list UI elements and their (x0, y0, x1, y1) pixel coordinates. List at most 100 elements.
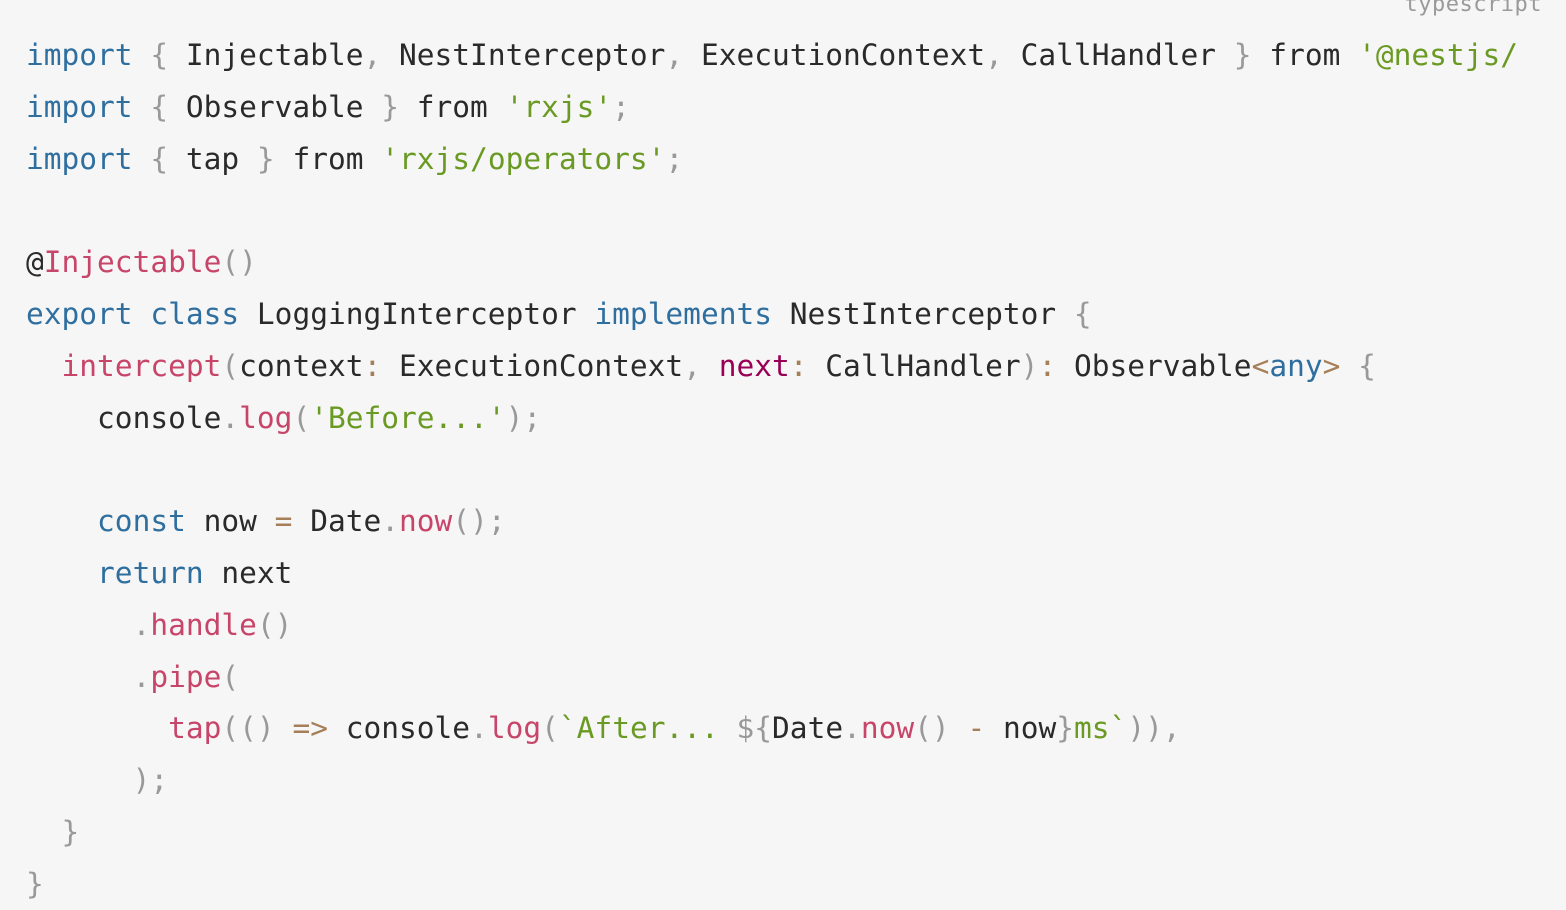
code-line: console.log('Before...'); (26, 393, 1518, 445)
code-token: ; (665, 141, 684, 176)
code-token: ( (541, 711, 559, 746)
code-line: } (26, 807, 1518, 859)
code-token: ( (221, 348, 240, 383)
code-token: - (967, 711, 986, 746)
code-token: . (381, 504, 400, 539)
code-token: now (985, 711, 1057, 746)
code-token: CallHandler (1002, 38, 1234, 72)
code-token: () (221, 245, 257, 280)
code-token: Date (772, 711, 844, 746)
code-block: typescript import { Injectable, NestInte… (0, 0, 1566, 910)
code-token: { (1358, 348, 1376, 383)
code-token: > (1322, 348, 1341, 383)
code-token: ms` (1074, 711, 1128, 746)
code-token: class (150, 296, 240, 331)
code-line: .pipe( (26, 652, 1518, 704)
code-token: now (860, 711, 915, 746)
code-token: , (363, 38, 382, 72)
code-line: import { Injectable, NestInterceptor, Ex… (26, 30, 1518, 82)
code-line: intercept(context: ExecutionContext, nex… (26, 341, 1518, 393)
code-token: . (221, 400, 240, 435)
code-token: ); (505, 400, 542, 435)
code-token: handle (150, 607, 257, 642)
code-line: tap(() => console.log(`After... ${Date.n… (26, 703, 1518, 755)
code-token: . (470, 711, 488, 746)
code-token: const (97, 504, 186, 539)
code-token: LoggingInterceptor (239, 296, 595, 331)
code-token: } (1233, 38, 1252, 72)
code-token: () (256, 607, 293, 642)
code-token: ( (292, 400, 311, 435)
code-token: { (150, 89, 169, 124)
code-token: ; (612, 89, 630, 124)
code-token: } (1056, 711, 1075, 746)
code-token: 'rxjs/operators' (381, 141, 666, 176)
code-line: .handle() (26, 600, 1518, 652)
code-line: return next (26, 548, 1518, 600)
code-token: . (843, 711, 861, 746)
code-token: : (363, 348, 382, 383)
code-line: ); (26, 755, 1518, 807)
code-token: `After... (558, 711, 737, 746)
code-token: } (381, 89, 400, 124)
code-token: console (327, 711, 471, 746)
code-token: 'rxjs' (505, 89, 613, 124)
code-line: } (26, 859, 1518, 910)
code-line: import { Observable } from 'rxjs'; (26, 82, 1518, 134)
code-token: implements (594, 296, 772, 331)
code-token: NestInterceptor (381, 38, 666, 72)
code-line: export class LoggingInterceptor implemen… (26, 289, 1518, 341)
code-token: @ (26, 245, 44, 280)
code-token: import (26, 141, 133, 176)
code-token: Observable (168, 89, 382, 124)
code-token: (() (221, 711, 275, 746)
code-token: => (292, 711, 328, 746)
code-token: context (239, 348, 364, 383)
code-token: ExecutionContext (381, 348, 684, 383)
code-token: , (985, 38, 1003, 72)
code-token: } (61, 814, 80, 849)
code-token: intercept (61, 348, 222, 383)
code-token: console (26, 400, 222, 435)
code-content[interactable]: import { Injectable, NestInterceptor, Ex… (26, 30, 1518, 910)
code-line: @Injectable() (26, 237, 1518, 289)
code-token: { (150, 38, 169, 72)
code-token: from (1251, 38, 1359, 72)
code-token: ( (221, 659, 240, 694)
code-token: export (26, 296, 133, 331)
code-token: tap (168, 711, 222, 746)
code-token: , (683, 348, 701, 383)
code-token: Injectable (168, 38, 364, 72)
code-token: NestInterceptor (771, 296, 1074, 331)
code-token: < (1251, 348, 1270, 383)
code-token: import (26, 38, 133, 72)
code-token: return (97, 555, 204, 590)
code-token: 'Before...' (310, 400, 506, 435)
code-token: : (789, 348, 808, 383)
code-token: CallHandler (807, 348, 1021, 383)
code-token: ); (132, 763, 169, 798)
code-token: next (203, 555, 293, 590)
code-token: )) (1127, 711, 1163, 746)
code-token: now (185, 504, 275, 539)
code-token: next (718, 348, 790, 383)
code-token: Date (292, 504, 382, 539)
code-token: , (665, 38, 684, 72)
code-token: . (132, 607, 151, 642)
code-token: , (1162, 711, 1181, 746)
code-token: (); (452, 504, 506, 539)
